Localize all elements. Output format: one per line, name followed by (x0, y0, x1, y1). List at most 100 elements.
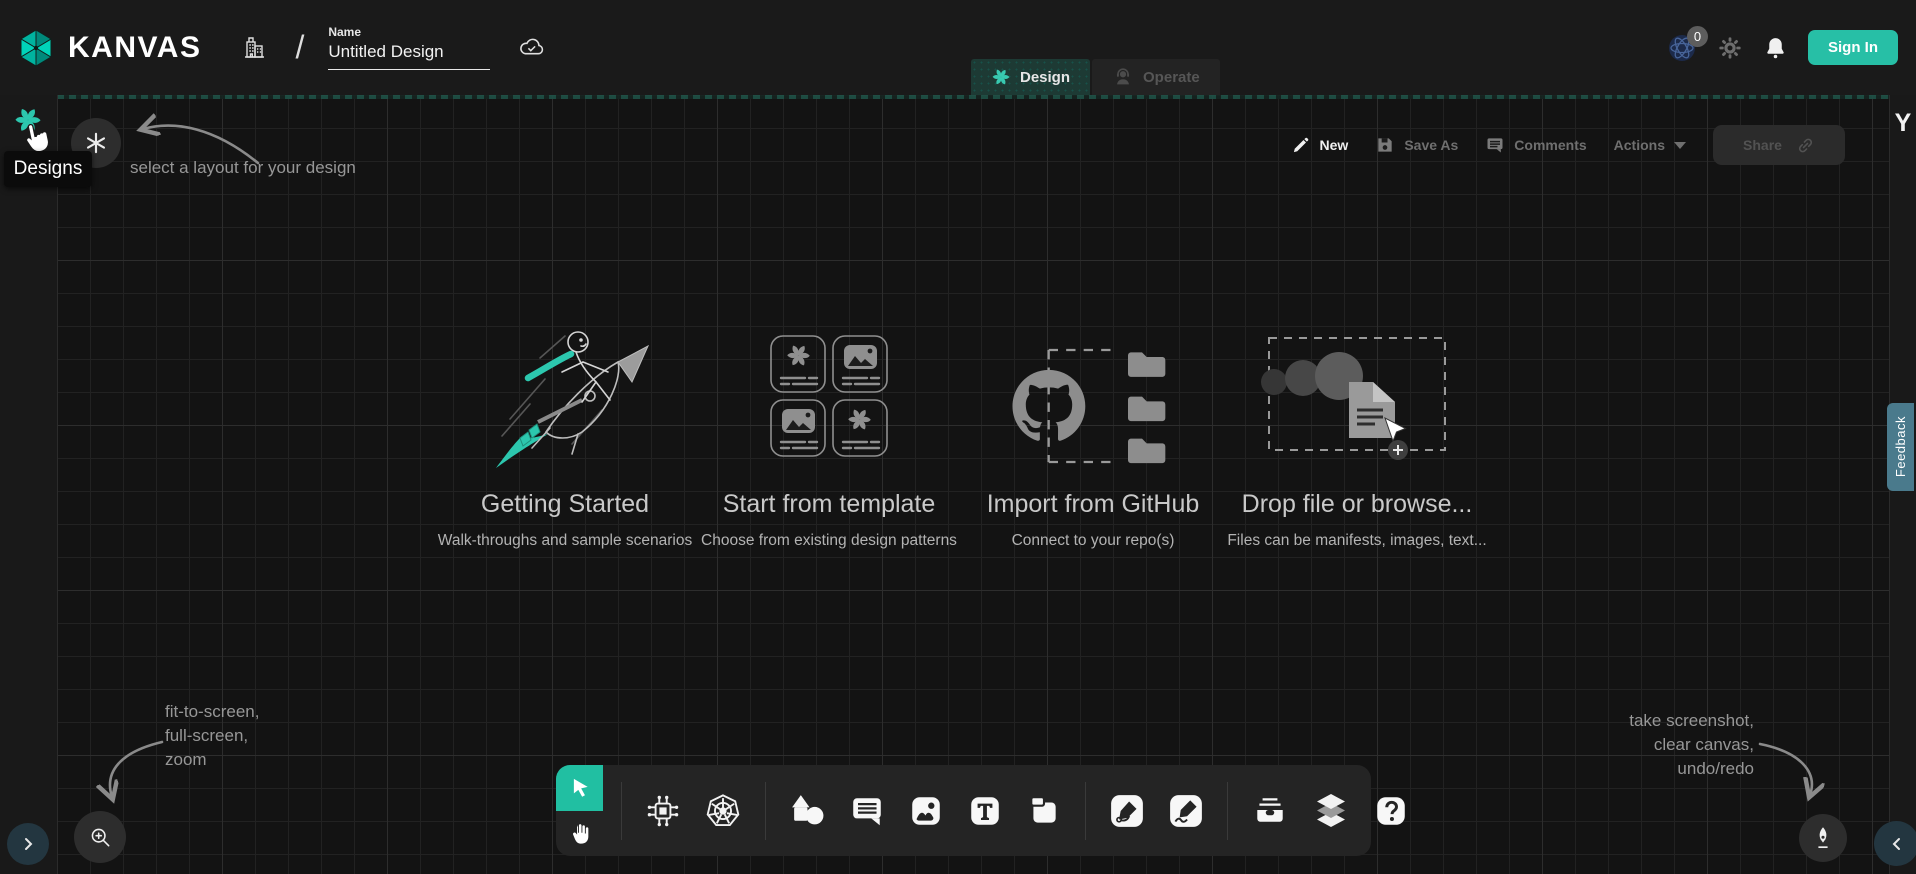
option-subtitle: Walk-throughs and sample scenarios (438, 532, 692, 550)
chevron-down-icon (1674, 142, 1686, 149)
design-name-label: Name (328, 25, 490, 39)
layers-tool-button[interactable] (1312, 792, 1350, 830)
drawer-tool-button[interactable] (1251, 793, 1289, 829)
design-pinwheel-icon (991, 67, 1011, 87)
comments-label: Comments (1514, 137, 1586, 153)
organization-icon[interactable] (239, 33, 269, 63)
gear-icon[interactable] (1717, 35, 1743, 61)
mode-tabs: Design Operate (971, 59, 1220, 95)
option-title: Getting Started (481, 490, 649, 519)
kubernetes-wheel-icon (704, 792, 742, 830)
sign-in-button[interactable]: Sign In (1808, 30, 1898, 65)
option-subtitle: Choose from existing design patterns (701, 532, 957, 550)
feedback-label: Feedback (1893, 416, 1908, 477)
share-button[interactable]: Share (1713, 125, 1845, 165)
select-tool-button[interactable] (556, 765, 603, 811)
zoom-hint-line: full-screen, (165, 724, 259, 748)
drop-file-illustration (1257, 321, 1457, 476)
start-options: Getting Started Walk-throughs and sample… (433, 321, 1489, 550)
save-as-label: Save As (1404, 137, 1458, 153)
rocket-doodle-illustration (450, 321, 680, 476)
tab-design[interactable]: Design (971, 59, 1090, 95)
zoom-hint-text: fit-to-screen, full-screen, zoom (165, 700, 259, 772)
right-rail: Y Feedback (1889, 95, 1916, 874)
floppy-icon (1375, 135, 1395, 155)
note-icon (1026, 793, 1062, 829)
dock-divider (1227, 782, 1228, 840)
tab-design-label: Design (1020, 69, 1070, 86)
pencil-tool-button[interactable] (1168, 793, 1204, 829)
comment-bubble-icon (849, 793, 885, 829)
feedback-tab[interactable]: Feedback (1887, 403, 1914, 491)
left-rail: Designs (0, 95, 58, 874)
save-as-button[interactable]: Save As (1375, 135, 1458, 155)
zoom-controls-button[interactable] (74, 811, 126, 863)
new-button[interactable]: New (1291, 135, 1349, 155)
cursor-arrow-icon (567, 775, 593, 801)
history-tools-button[interactable] (1799, 814, 1847, 862)
text-icon (967, 793, 1003, 829)
actions-label: Actions (1614, 137, 1665, 153)
canvas-top-border (57, 95, 1890, 99)
magnifier-plus-icon (87, 824, 113, 850)
cloud-saved-icon (516, 32, 547, 63)
text-tool-button[interactable] (967, 793, 1003, 829)
pen-nib-icon (1810, 824, 1836, 852)
drawer-icon (1251, 793, 1289, 829)
dock-divider (621, 782, 622, 840)
notification-badge: 0 (1687, 26, 1708, 47)
note-tool-button[interactable] (1026, 793, 1062, 829)
shapes-icon (789, 793, 826, 828)
pan-tool-button[interactable] (556, 811, 603, 856)
comment-tool-button[interactable] (849, 793, 885, 829)
brand-wordmark: KANVAS (68, 31, 201, 65)
pen-path-icon (1109, 793, 1145, 829)
design-name-input[interactable] (328, 40, 490, 70)
tab-operate-label: Operate (1143, 69, 1200, 86)
option-title: Import from GitHub (987, 490, 1200, 519)
image-icon (908, 793, 944, 829)
bell-icon[interactable] (1763, 35, 1788, 60)
help-tool-button[interactable] (1373, 793, 1409, 829)
component-tool-button[interactable] (645, 793, 681, 829)
actions-dropdown[interactable]: Actions (1614, 137, 1686, 153)
expand-right-panel-button[interactable] (1874, 821, 1916, 866)
history-hint-text: take screenshot, clear canvas, undo/redo (1629, 709, 1754, 781)
design-actions-toolbar: New Save As Comments Actions (1291, 125, 1845, 165)
history-hint-line: clear canvas, (1629, 733, 1754, 757)
app-header: KANVAS / Name Des (0, 0, 1916, 95)
design-canvas[interactable]: select a layout for your design fit-to-s… (57, 95, 1890, 874)
breadcrumb-separator: / (295, 29, 304, 66)
kanvas-logo-icon[interactable] (14, 26, 58, 70)
designs-tooltip: Designs (4, 151, 92, 187)
expand-left-panel-button[interactable] (7, 823, 49, 865)
hand-icon (567, 821, 592, 846)
image-tool-button[interactable] (908, 793, 944, 829)
new-label: New (1320, 137, 1349, 153)
option-start-from-template[interactable]: Start from template Choose from existing… (697, 321, 961, 550)
option-subtitle: Connect to your repo(s) (1012, 532, 1175, 550)
option-title: Drop file or browse... (1242, 490, 1473, 519)
link-icon (1796, 136, 1815, 155)
question-mark-icon (1373, 793, 1409, 829)
share-label: Share (1743, 137, 1782, 153)
layers-icon (1312, 792, 1350, 830)
pencil-icon (1291, 135, 1311, 155)
option-getting-started[interactable]: Getting Started Walk-throughs and sample… (433, 321, 697, 550)
avatar[interactable]: 0 (1667, 33, 1697, 63)
option-drop-file[interactable]: Drop file or browse... Files can be mani… (1225, 321, 1489, 550)
chevron-right-icon (21, 837, 35, 851)
operate-person-icon (1112, 66, 1134, 88)
layout-hint-text: select a layout for your design (130, 156, 356, 180)
tool-dock (556, 765, 1371, 856)
shapes-tool-button[interactable] (789, 793, 826, 828)
zoom-hint-line: fit-to-screen, (165, 700, 259, 724)
option-import-from-github[interactable]: Import from GitHub Connect to your repo(… (961, 321, 1225, 550)
option-title: Start from template (723, 490, 936, 519)
kubernetes-tool-button[interactable] (704, 792, 742, 830)
pen-tool-button[interactable] (1109, 793, 1145, 829)
layer5-y-logo: Y (1890, 109, 1916, 138)
history-hint-line: undo/redo (1629, 757, 1754, 781)
tab-operate[interactable]: Operate (1092, 59, 1220, 95)
comments-button[interactable]: Comments (1485, 135, 1586, 155)
